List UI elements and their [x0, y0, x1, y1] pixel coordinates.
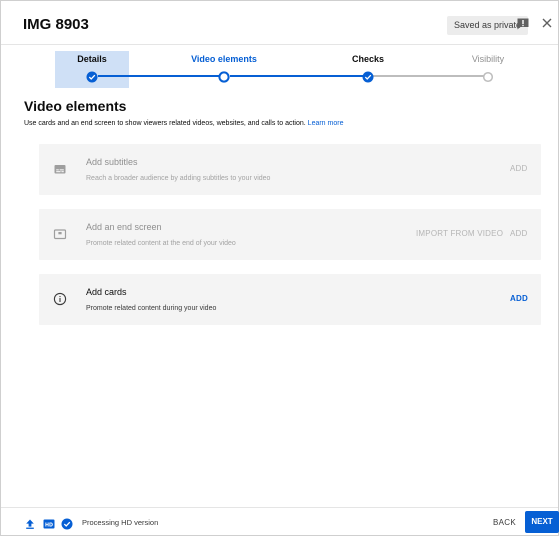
import-from-video-button[interactable]: IMPORT FROM VIDEO — [416, 229, 503, 238]
stepper-line-3 — [373, 75, 484, 77]
step-label: Video elements — [191, 54, 257, 64]
progress-stepper: Details Video elements Checks Visibility — [1, 45, 558, 89]
add-subtitles-button[interactable]: ADD — [510, 164, 528, 173]
check-circle-icon — [61, 517, 73, 530]
card-title: Add subtitles — [86, 157, 138, 167]
section-description: Use cards and an end screen to show view… — [24, 120, 343, 127]
upload-icon — [24, 517, 36, 529]
upload-dialog: IMG 8903 Saved as private Details Video … — [0, 0, 559, 536]
pending-step-ring-icon — [482, 70, 494, 88]
step-label: Details — [77, 54, 107, 64]
stepper-line-2 — [230, 75, 363, 77]
close-icon[interactable] — [540, 16, 554, 30]
step-label: Checks — [351, 54, 385, 64]
check-circle-icon — [86, 70, 98, 88]
section-description-text: Use cards and an end screen to show view… — [24, 120, 306, 127]
subtitles-icon — [53, 162, 67, 176]
video-title: IMG 8903 — [23, 16, 89, 33]
add-subtitles-card: Add subtitles Reach a broader audience b… — [39, 144, 541, 195]
add-end-screen-card: Add an end screen Promote related conten… — [39, 209, 541, 260]
end-screen-icon — [53, 227, 67, 241]
card-subtitle: Reach a broader audience by adding subti… — [86, 175, 271, 182]
info-icon — [53, 292, 67, 306]
section-title: Video elements — [24, 98, 127, 114]
card-subtitle: Promote related content during your vide… — [86, 305, 217, 312]
next-button[interactable]: NEXT — [525, 511, 559, 533]
card-title: Add cards — [86, 287, 127, 297]
stepper-line-1 — [98, 75, 219, 77]
dialog-footer: HD Processing HD version BACK NEXT — [1, 507, 559, 536]
current-step-ring-icon — [218, 70, 230, 88]
hd-icon: HD — [43, 517, 55, 529]
add-cards-card: Add cards Promote related content during… — [39, 274, 541, 325]
hd-badge-text: HD — [45, 522, 53, 528]
feedback-icon[interactable] — [516, 17, 530, 31]
learn-more-link[interactable]: Learn more — [308, 120, 344, 127]
check-circle-icon — [362, 70, 374, 88]
dialog-header: IMG 8903 Saved as private — [1, 1, 558, 45]
card-title: Add an end screen — [86, 222, 162, 232]
add-end-screen-button[interactable]: ADD — [510, 229, 528, 238]
step-visibility[interactable]: Visibility — [1, 45, 504, 89]
add-cards-button[interactable]: ADD — [510, 294, 528, 303]
back-button[interactable]: BACK — [493, 516, 516, 529]
step-label: Visibility — [471, 54, 505, 64]
processing-status: Processing HD version — [82, 518, 159, 527]
card-subtitle: Promote related content at the end of yo… — [86, 240, 236, 247]
